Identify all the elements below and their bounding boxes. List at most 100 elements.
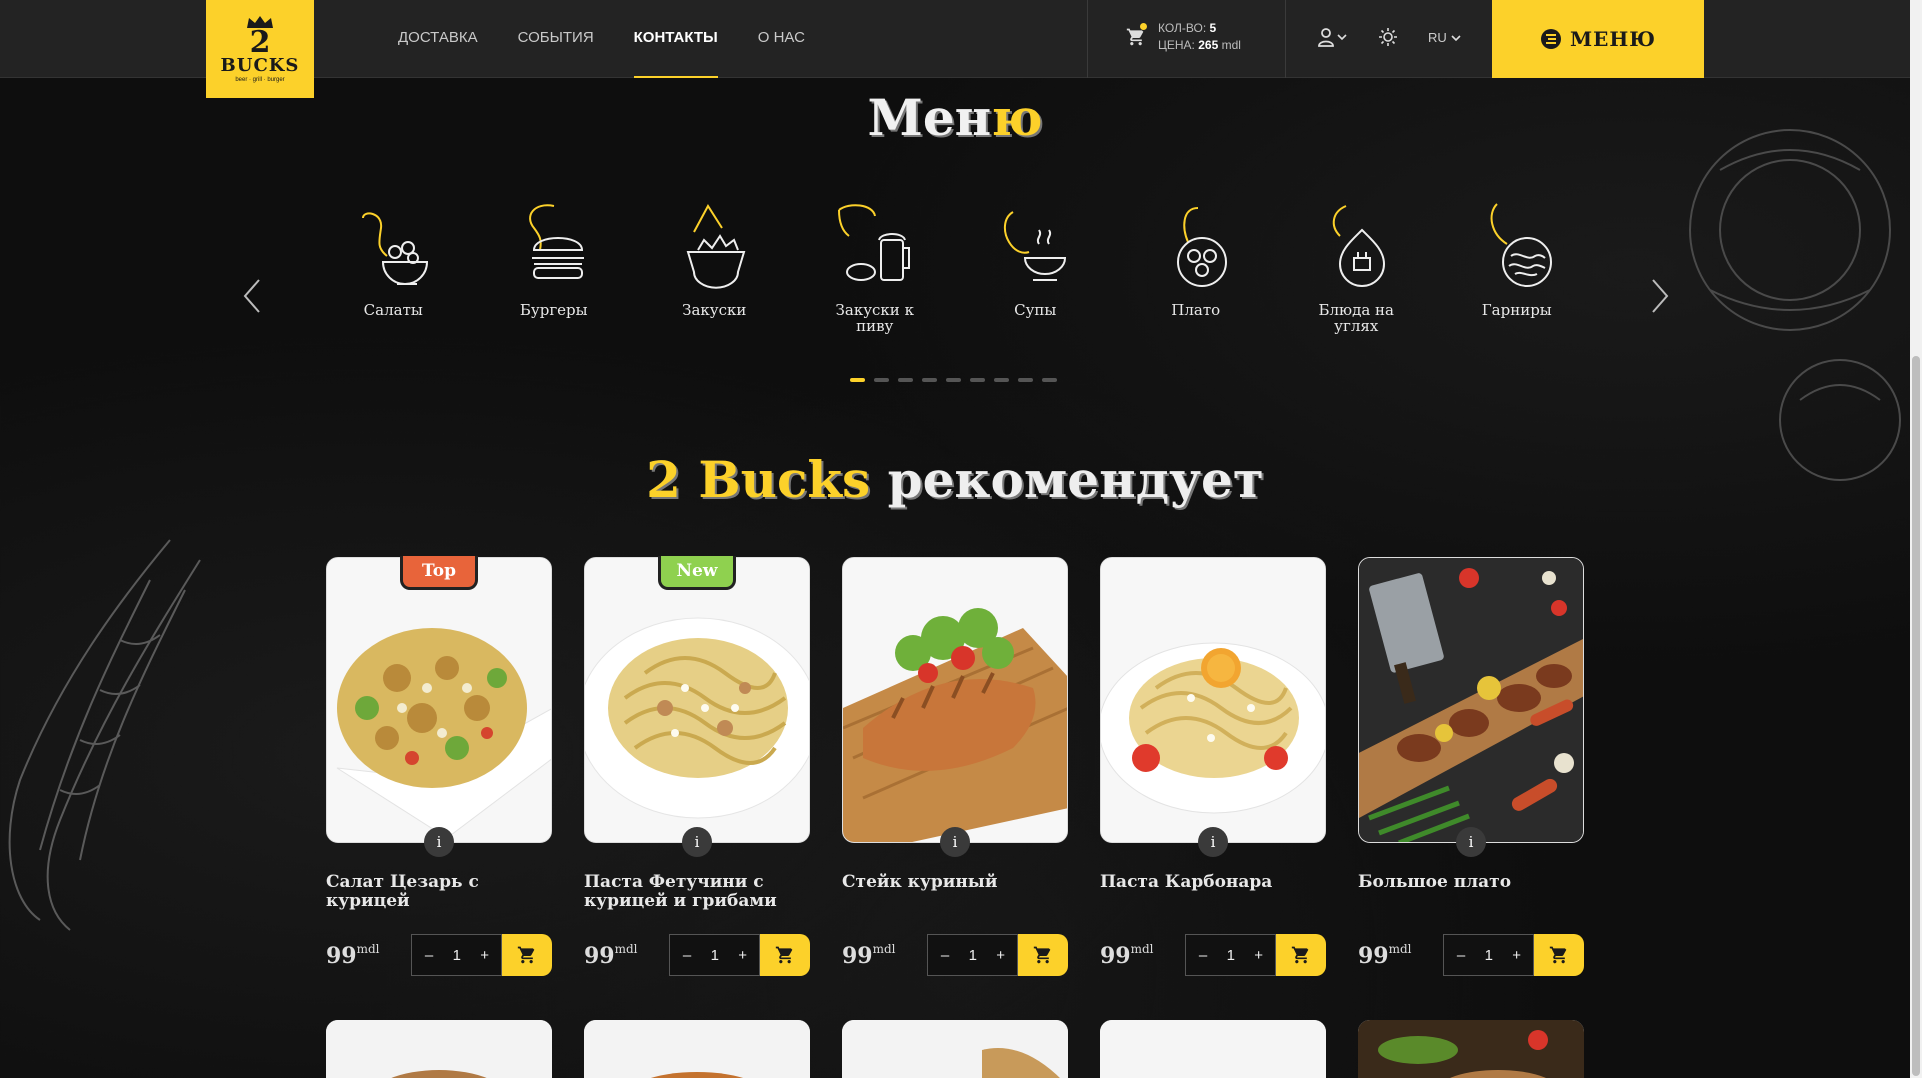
add-to-cart-button[interactable] [1018, 934, 1068, 976]
cart-currency: mdl [1221, 38, 1241, 52]
product-card: i Паста Карбонара 99mdl – 1 + [1100, 557, 1326, 976]
cart-icon [518, 946, 535, 964]
product-card: i Стейк куриный 99mdl – 1 + [842, 557, 1068, 976]
nav-delivery[interactable]: ДОСТАВКА [398, 0, 478, 78]
scrollbar-thumb[interactable] [1912, 356, 1920, 1076]
quantity-decrease-button[interactable]: – [1193, 947, 1213, 964]
quantity-decrease-button[interactable]: – [677, 947, 697, 964]
nav-events[interactable]: СОБЫТИЯ [518, 0, 594, 78]
product-card-partial[interactable] [1100, 1020, 1326, 1078]
quantity-value[interactable]: 1 [1227, 947, 1235, 964]
carousel-dot[interactable] [850, 378, 865, 382]
quantity-decrease-button[interactable]: – [1451, 947, 1471, 964]
cart-icon [1292, 946, 1309, 964]
carousel-dot[interactable] [922, 378, 937, 382]
product-card-partial[interactable] [1358, 1020, 1584, 1078]
product-image[interactable] [1358, 557, 1584, 843]
category-plato[interactable]: Плато [1116, 200, 1277, 334]
add-to-cart-button[interactable] [1534, 934, 1584, 976]
product-info-button[interactable]: i [940, 827, 970, 857]
category-burgers[interactable]: Бургеры [474, 200, 635, 334]
quantity-stepper: – 1 + [411, 934, 503, 976]
product-image[interactable] [584, 557, 810, 843]
product-image[interactable] [1100, 557, 1326, 843]
quantity-increase-button[interactable]: + [1249, 947, 1269, 964]
price-value: 99 [1100, 942, 1131, 969]
cart-qty-label: КОЛ-ВО: [1158, 21, 1207, 35]
user-account-button[interactable] [1318, 27, 1347, 47]
carousel-dot[interactable] [970, 378, 985, 382]
chevron-left-icon [243, 279, 260, 313]
chicken-steak-photo [843, 558, 1067, 842]
product-card-partial[interactable] [584, 1020, 810, 1078]
cart-badge-dot [1140, 23, 1147, 30]
product-image[interactable] [842, 557, 1068, 843]
category-salads[interactable]: Салаты [313, 200, 474, 334]
theme-toggle-button[interactable] [1378, 27, 1398, 52]
product-title[interactable]: Паста Фетучини с курицей и грибами [584, 873, 810, 917]
product-title[interactable]: Салат Цезарь с курицей [326, 873, 552, 917]
quantity-increase-button[interactable]: + [733, 947, 753, 964]
category-beer-snacks[interactable]: Закуски к пиву [795, 200, 956, 334]
price-value: 99 [584, 942, 615, 969]
product-card-partial[interactable] [326, 1020, 552, 1078]
product-info-button[interactable]: i [1198, 827, 1228, 857]
sun-icon [1379, 28, 1397, 46]
product-badge: Top [400, 556, 478, 590]
big-plato-photo [1359, 558, 1583, 842]
quantity-value[interactable]: 1 [453, 947, 461, 964]
category-grill[interactable]: Блюда на углях [1276, 200, 1437, 334]
quantity-increase-button[interactable]: + [991, 947, 1011, 964]
category-soups[interactable]: Супы [955, 200, 1116, 334]
recommend-heading-brand: 2 Bucks [646, 450, 871, 509]
salad-icon [362, 212, 429, 285]
quantity-increase-button[interactable]: + [475, 947, 495, 964]
category-snacks[interactable]: Закуски [634, 200, 795, 334]
product-image[interactable] [326, 557, 552, 843]
add-to-cart-button[interactable] [760, 934, 810, 976]
carousel-dot[interactable] [874, 378, 889, 382]
price-currency: mdl [1388, 941, 1412, 956]
carousel-dot[interactable] [1018, 378, 1033, 382]
product-info-button[interactable]: i [1456, 827, 1486, 857]
language-select[interactable]: RU [1428, 30, 1461, 45]
add-to-cart-button[interactable] [1276, 934, 1326, 976]
quantity-decrease-button[interactable]: – [419, 947, 439, 964]
quantity-value[interactable]: 1 [969, 947, 977, 964]
dish-photo [842, 1020, 1068, 1078]
product-title[interactable]: Паста Карбонара [1100, 873, 1326, 917]
quantity-value[interactable]: 1 [711, 947, 719, 964]
price-value: 99 [1358, 942, 1389, 969]
nav-about[interactable]: О НАС [758, 0, 805, 78]
cart-qty: 5 [1209, 21, 1217, 35]
header-divider [1285, 0, 1286, 78]
product-info-button[interactable]: i [424, 827, 454, 857]
open-menu-button[interactable]: МЕНЮ [1492, 0, 1704, 78]
category-garnish[interactable]: Гарниры [1437, 200, 1598, 334]
quantity-decrease-button[interactable]: – [935, 947, 955, 964]
beer-snacks-icon [837, 204, 910, 281]
carousel-dot[interactable] [898, 378, 913, 382]
nav-contacts[interactable]: КОНТАКТЫ [633, 0, 718, 78]
carousel-dot[interactable] [946, 378, 961, 382]
price-currency: mdl [614, 941, 638, 956]
carousel-prev-button[interactable] [242, 278, 262, 319]
carousel-next-button[interactable] [1650, 278, 1670, 319]
carousel-dot[interactable] [994, 378, 1009, 382]
category-label: Гарниры [1481, 301, 1552, 319]
caesar-salad-photo [327, 558, 551, 842]
add-to-cart-button[interactable] [502, 934, 552, 976]
cart-price-label: ЦЕНА: [1158, 38, 1195, 52]
quantity-value[interactable]: 1 [1485, 947, 1493, 964]
brand-logo[interactable]: 2 BUCKS beer · grill · burger [206, 0, 314, 98]
product-title[interactable]: Стейк куриный [842, 873, 1068, 917]
product-info-button[interactable]: i [682, 827, 712, 857]
recommend-heading: 2 Bucks рекомендует [0, 450, 1910, 509]
category-label: Закуски к пиву [835, 301, 914, 335]
carousel-dot[interactable] [1042, 378, 1057, 382]
carousel-pagination [850, 378, 1066, 382]
product-card-partial[interactable] [842, 1020, 1068, 1078]
quantity-increase-button[interactable]: + [1507, 947, 1527, 964]
product-title[interactable]: Большое плато [1358, 873, 1584, 917]
cart-summary[interactable]: КОЛ-ВО: 5 ЦЕНА: 265 mdl [1126, 20, 1241, 54]
